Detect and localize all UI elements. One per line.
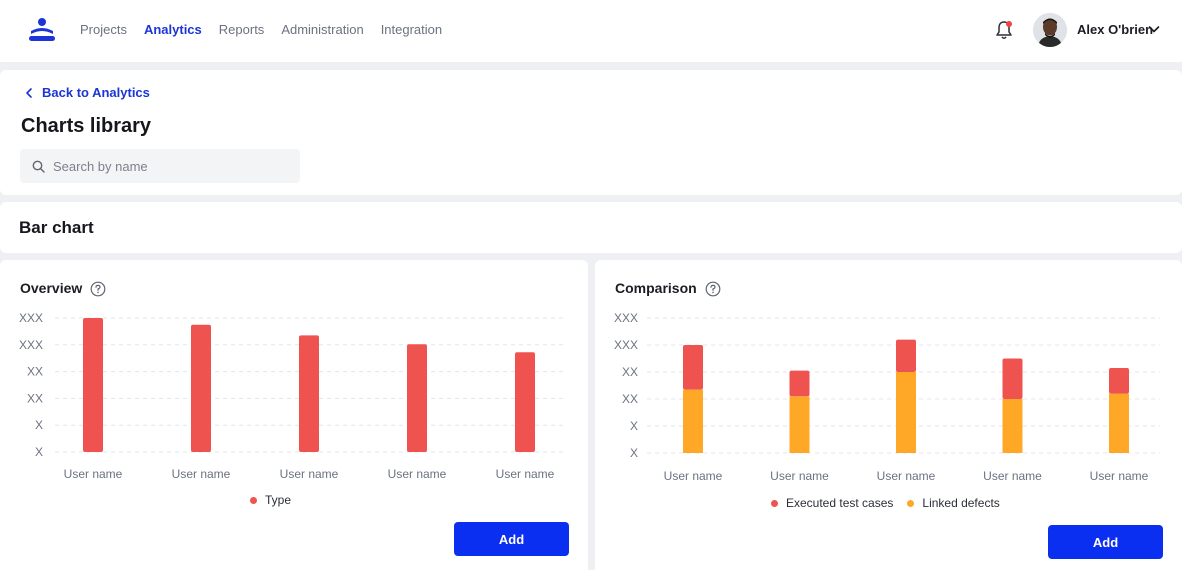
bar[interactable] — [683, 389, 703, 453]
page-header: Back to Analytics Charts library — [0, 70, 1182, 195]
back-link-label: Back to Analytics — [42, 85, 150, 100]
bar[interactable] — [896, 372, 916, 453]
legend-label: Type — [265, 493, 292, 507]
comparison-chart-card: Comparison X X XX XX XXX XXX User name User nam… — [595, 260, 1182, 570]
bar[interactable] — [789, 370, 810, 397]
bar[interactable] — [1002, 399, 1023, 453]
y-tick-label: X — [35, 418, 43, 432]
bar[interactable] — [299, 335, 319, 452]
x-tick-label: User name — [64, 467, 123, 481]
page-title: Charts library — [21, 115, 152, 137]
nav-link-integration[interactable]: Integration — [381, 22, 442, 38]
add-button[interactable]: Add — [1048, 525, 1163, 559]
legend-dot-icon — [907, 499, 915, 507]
bar[interactable] — [1109, 367, 1129, 394]
search-box[interactable] — [20, 149, 300, 183]
legend-item: Type — [250, 493, 291, 507]
nav-link-projects[interactable]: Projects — [80, 22, 127, 38]
y-tick-label: XX — [27, 365, 43, 379]
user-avatar[interactable] — [1033, 13, 1067, 47]
nav-link-administration[interactable]: Administration — [281, 22, 363, 38]
notification-bell-icon[interactable] — [995, 20, 1013, 40]
bar[interactable] — [1109, 393, 1129, 453]
y-tick-label: XX — [622, 365, 638, 379]
main-nav: Projects Analytics Reports Administration In… — [80, 22, 442, 38]
back-to-analytics-link[interactable]: Back to Analytics — [24, 85, 150, 101]
overview-chart-card: Overview X X XX XX XXX XXX User name User name U… — [0, 260, 588, 570]
x-tick-label: User name — [877, 469, 936, 483]
app-logo-icon[interactable] — [27, 17, 57, 43]
bar[interactable] — [683, 345, 703, 390]
overview-bar-chart: XXXXXXXXXXXXUser name User name User name U… — [19, 311, 565, 481]
chart-legend: Type — [250, 493, 291, 507]
bar[interactable] — [1002, 358, 1023, 400]
legend-label: Executed test cases — [786, 496, 894, 510]
user-name[interactable]: Alex O'brien — [1077, 22, 1153, 38]
x-tick-label: User name — [172, 467, 231, 481]
legend-dot-icon — [250, 496, 257, 504]
y-tick-label: X — [630, 446, 638, 460]
x-tick-label: User name — [496, 467, 555, 481]
x-tick-label: User name — [664, 469, 723, 483]
bar[interactable] — [191, 324, 211, 452]
y-tick-label: XXX — [19, 338, 43, 352]
y-tick-label: XXX — [614, 311, 638, 325]
bar[interactable] — [896, 339, 916, 372]
y-tick-label: XX — [27, 391, 43, 405]
x-tick-label: User name — [1090, 469, 1149, 483]
y-tick-label: XXX — [19, 311, 43, 325]
legend-item: Executed test cases — [771, 496, 893, 510]
chevron-left-icon — [26, 88, 32, 98]
y-tick-label: X — [35, 445, 43, 459]
comparison-stacked-bar-chart: XXXXXXXXXXXXUser name User name User name U… — [614, 311, 1160, 483]
y-tick-label: X — [630, 419, 638, 433]
bar[interactable] — [789, 396, 810, 453]
avatar-portrait-icon — [1033, 13, 1067, 47]
top-navigation: Projects Analytics Reports Administration In… — [0, 0, 1182, 62]
nav-link-reports[interactable]: Reports — [219, 22, 265, 38]
search-input[interactable] — [53, 158, 283, 174]
y-tick-label: XX — [622, 392, 638, 406]
section-header: Bar chart — [0, 202, 1182, 253]
search-icon — [32, 160, 45, 173]
chevron-down-icon[interactable] — [1148, 24, 1160, 34]
legend-item: Linked defects — [907, 496, 1000, 510]
x-tick-label: User name — [280, 467, 339, 481]
legend-dot-icon — [771, 499, 778, 507]
add-button[interactable]: Add — [454, 522, 569, 556]
chart-legend: Executed test cases Linked defects — [771, 496, 1000, 510]
bar[interactable] — [515, 352, 535, 452]
legend-label: Linked defects — [922, 496, 1000, 510]
x-tick-label: User name — [983, 469, 1042, 483]
bar[interactable] — [407, 344, 427, 452]
x-tick-label: User name — [388, 467, 447, 481]
bar[interactable] — [83, 318, 103, 452]
section-title: Bar chart — [19, 218, 94, 237]
y-tick-label: XXX — [614, 338, 638, 352]
nav-link-analytics[interactable]: Analytics — [144, 22, 202, 38]
x-tick-label: User name — [770, 469, 829, 483]
